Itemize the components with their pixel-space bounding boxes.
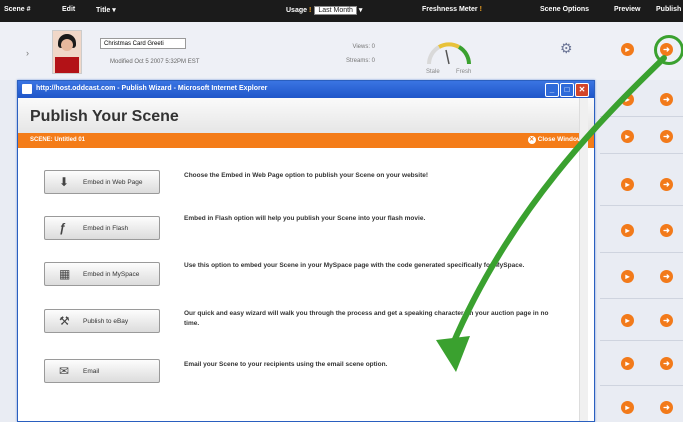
annotation-arrow-icon: [436, 55, 667, 372]
